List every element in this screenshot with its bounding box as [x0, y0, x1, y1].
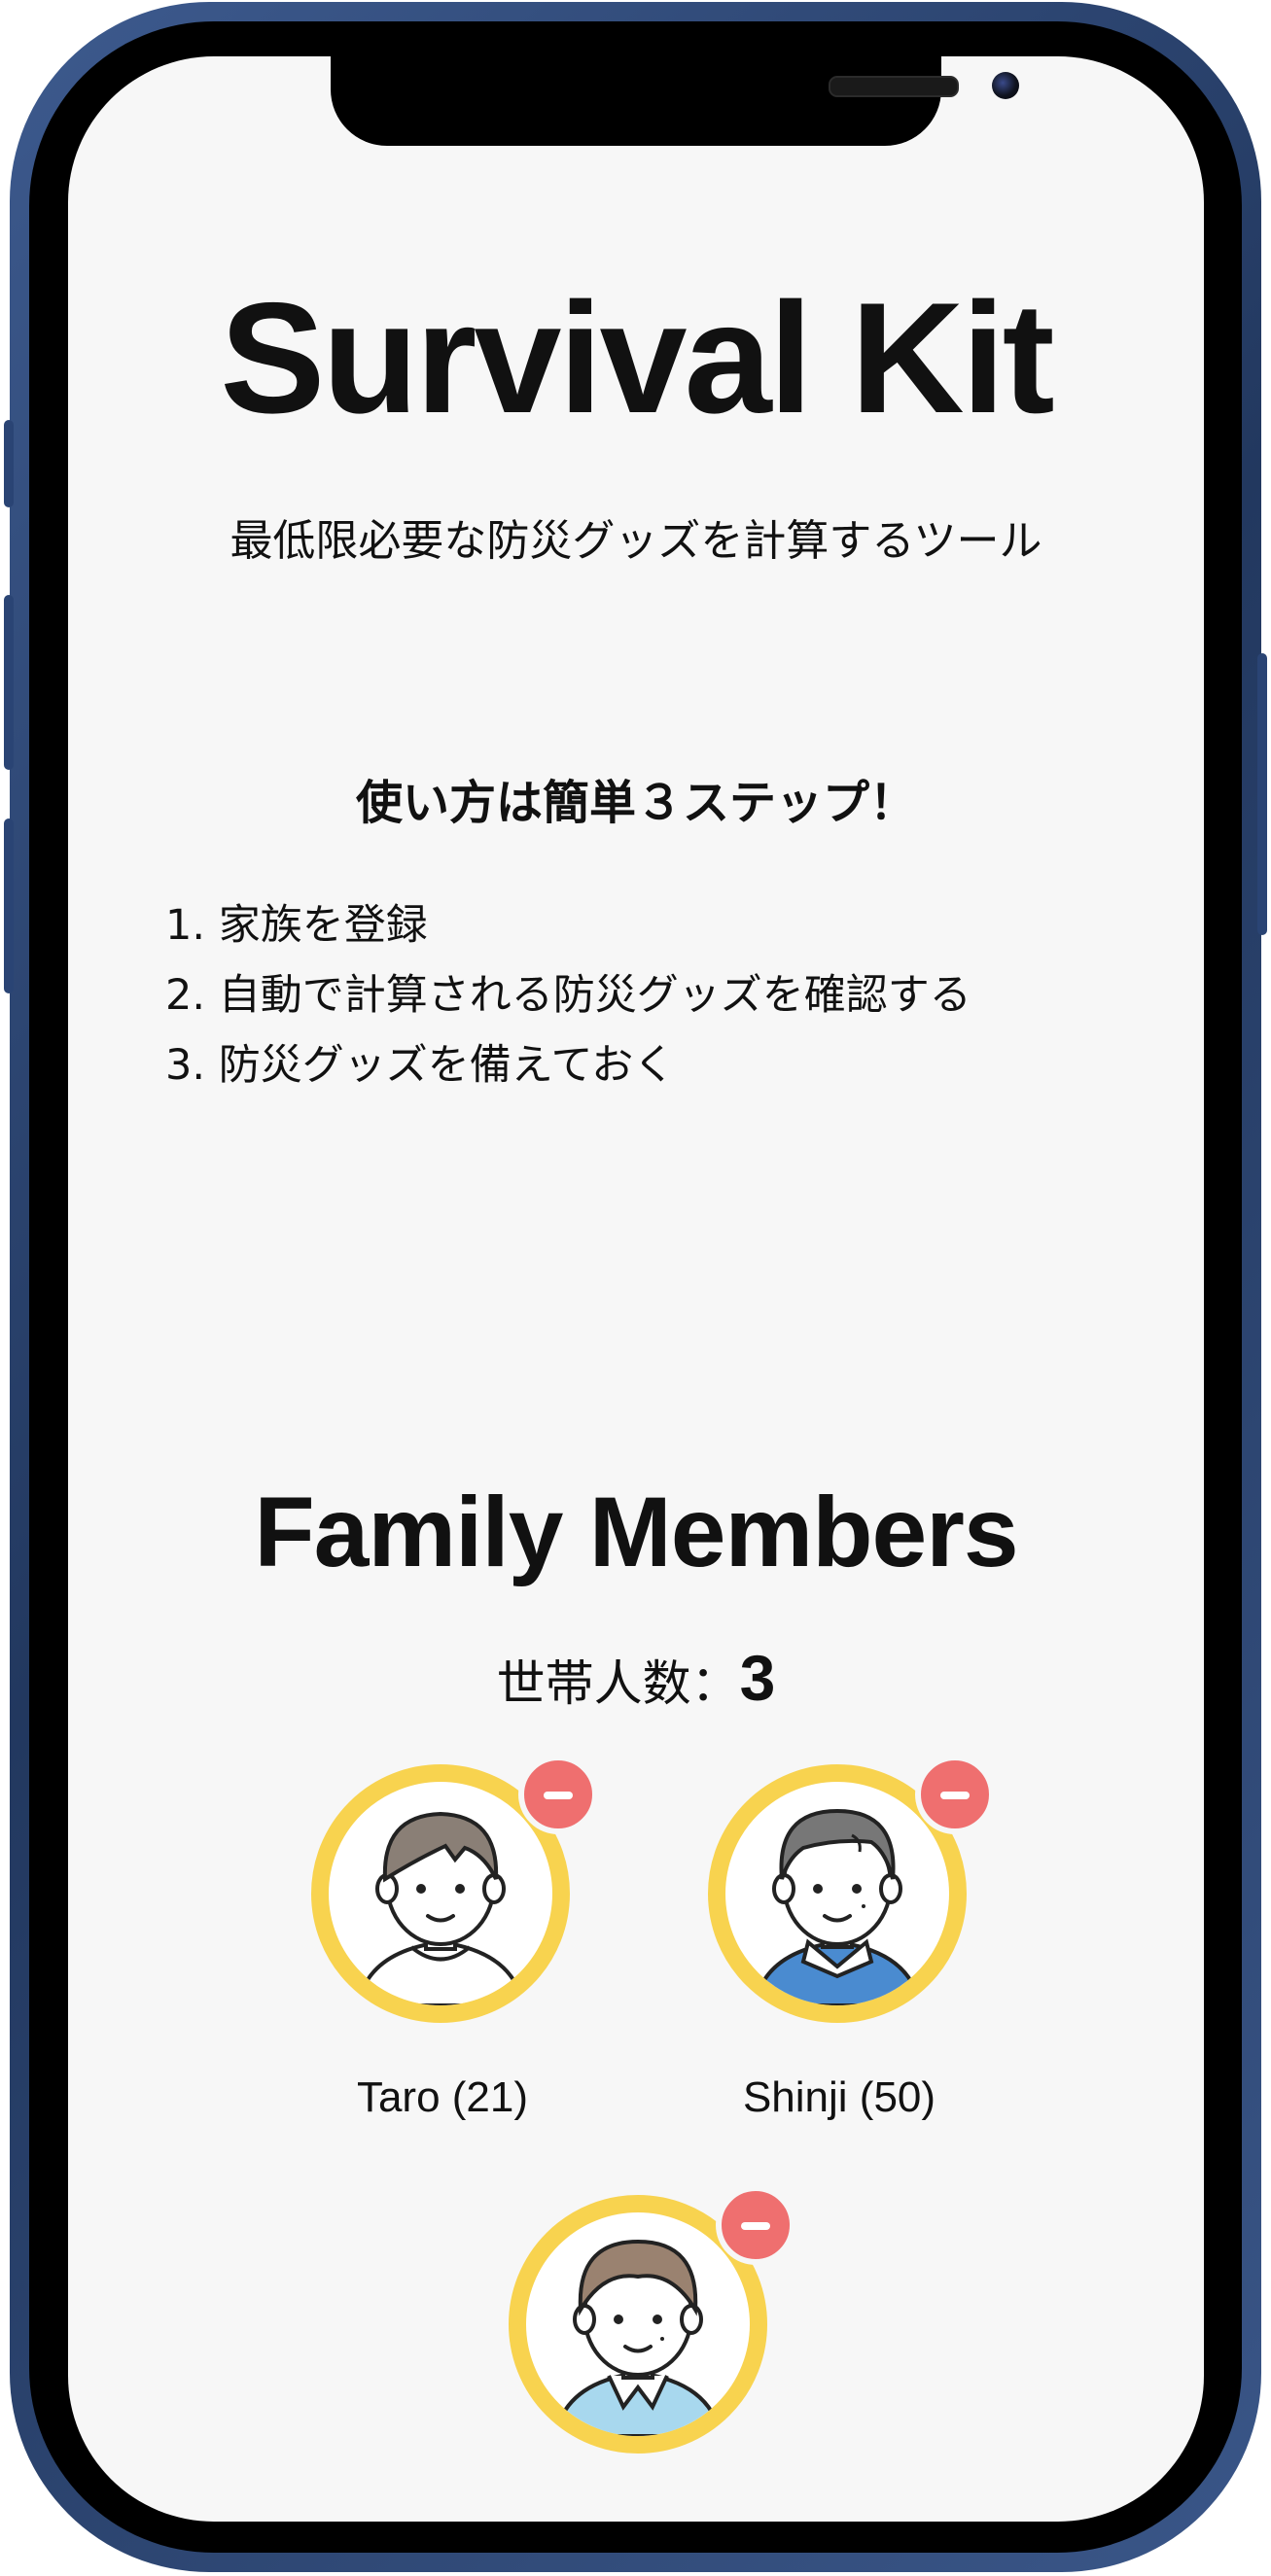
app-subtitle: 最低限必要な防災グッズを計算するツール [229, 516, 1042, 566]
screen: Survival Kit 最低限必要な防災グッズを計算するツール 使い方は簡単３… [68, 56, 1204, 2522]
middle-aged-man-avatar-icon [752, 1808, 923, 2005]
household-count: 世帯人数：3 [68, 1641, 1204, 1715]
household-label: 世帯人数： [496, 1655, 740, 1712]
power-button [1257, 653, 1267, 935]
member-card[interactable]: Shinji (50) [693, 1755, 995, 2153]
woman-avatar-icon [552, 2239, 724, 2436]
notch [331, 56, 1019, 146]
member-name: Taro (21) [356, 2073, 529, 2121]
speaker-grille [829, 76, 959, 97]
step-item: 3. 防災グッズを備えておく [165, 1041, 676, 1090]
member-name: Shinji (50) [742, 2073, 936, 2121]
step-item: 1. 家族を登録 [165, 901, 428, 950]
howto-heading: 使い方は簡単３ステップ！ [355, 776, 916, 830]
remove-member-button[interactable] [518, 1755, 598, 1834]
member-card[interactable]: Taro (21) [297, 1755, 598, 2153]
member-card[interactable] [494, 2185, 795, 2522]
silent-switch [4, 420, 14, 507]
front-camera [992, 72, 1019, 99]
household-count-value: 3 [739, 1642, 776, 1714]
steps-list: 1. 家族を登録 2. 自動で計算される防災グッズを確認する 3. 防災グッズを… [165, 890, 971, 1100]
remove-member-button[interactable] [716, 2185, 795, 2265]
volume-up-button [4, 595, 14, 770]
remove-member-button[interactable] [915, 1755, 995, 1834]
family-members-title: Family Members [254, 1477, 1018, 1587]
app-content: Survival Kit 最低限必要な防災グッズを計算するツール 使い方は簡単３… [68, 56, 1204, 2522]
app-title: Survival Kit [220, 270, 1054, 446]
volume-down-button [4, 818, 14, 993]
step-item: 2. 自動で計算される防災グッズを確認する [165, 971, 971, 1020]
young-man-avatar-icon [355, 1811, 526, 2005]
